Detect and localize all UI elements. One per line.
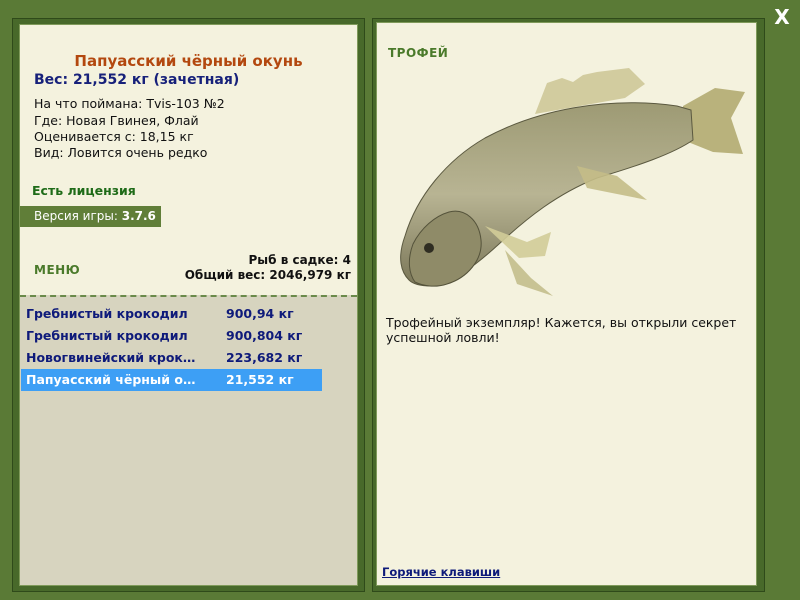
license-status: Есть лицензия [32,183,136,198]
version-value: 3.7.6 [121,209,156,223]
trophy-description: Трофейный экземпляр! Кажется, вы открыли… [386,315,737,345]
fish-details: Папуасский чёрный окунь Вес: 21,552 кг (… [20,25,357,295]
catch-name: Папуасский чёрный окунь [26,372,198,387]
version-bar: Версия игры: 3.7.6 [20,206,161,227]
catch-weight: 21,552 кг [226,372,294,387]
catch-weight: 900,804 кг [226,328,303,343]
close-button[interactable]: X [770,5,794,29]
cage-count: Рыб в садке: 4 [248,253,352,267]
catch-list-item[interactable]: Гребнистый крокодил 900,804 кг [21,325,322,347]
catch-name: Новогвинейский крокодил [26,350,198,365]
catch-name: Гребнистый крокодил [26,306,188,321]
cage-summary: Рыб в садке: 4 Общий вес: 2046,979 кг [185,253,351,283]
fish-info-panel: Папуасский чёрный окунь Вес: 21,552 кг (… [19,24,358,586]
catch-list-item[interactable]: Гребнистый крокодил 900,94 кг [21,303,322,325]
divider [20,295,357,297]
fish-value: Оценивается с: 18,15 кг [34,129,194,144]
hotkeys-link[interactable]: Горячие клавиши [382,565,500,579]
catch-weight: 900,94 кг [226,306,294,321]
fish-name: Папуасский чёрный окунь [74,52,303,70]
fish-rarity: Вид: Ловится очень редко [34,145,208,160]
catch-list: Гребнистый крокодил 900,94 кг Гребнистый к… [20,303,357,391]
fish-weight: Вес: 21,552 кг (зачетная) [34,72,240,88]
catch-list-item[interactable]: Папуасский чёрный окунь 21,552 кг [21,369,322,391]
catch-list-item[interactable]: Новогвинейский крокодил 223,682 кг [21,347,322,369]
menu-button[interactable]: МЕНЮ [34,263,80,277]
version-label: Версия игры: [34,209,118,223]
fish-bait: На что поймана: Tvis-103 №2 [34,96,225,111]
fish-location: Где: Новая Гвинея, Флай [34,113,199,128]
trophy-panel: ТРОФЕЙ Трофейный экземпляр! Кажется, вы … [376,22,757,586]
fish-image [400,68,745,296]
cage-total-weight: Общий вес: 2046,979 кг [184,268,351,282]
catch-name: Гребнистый крокодил [26,328,188,343]
catch-weight: 223,682 кг [226,350,303,365]
